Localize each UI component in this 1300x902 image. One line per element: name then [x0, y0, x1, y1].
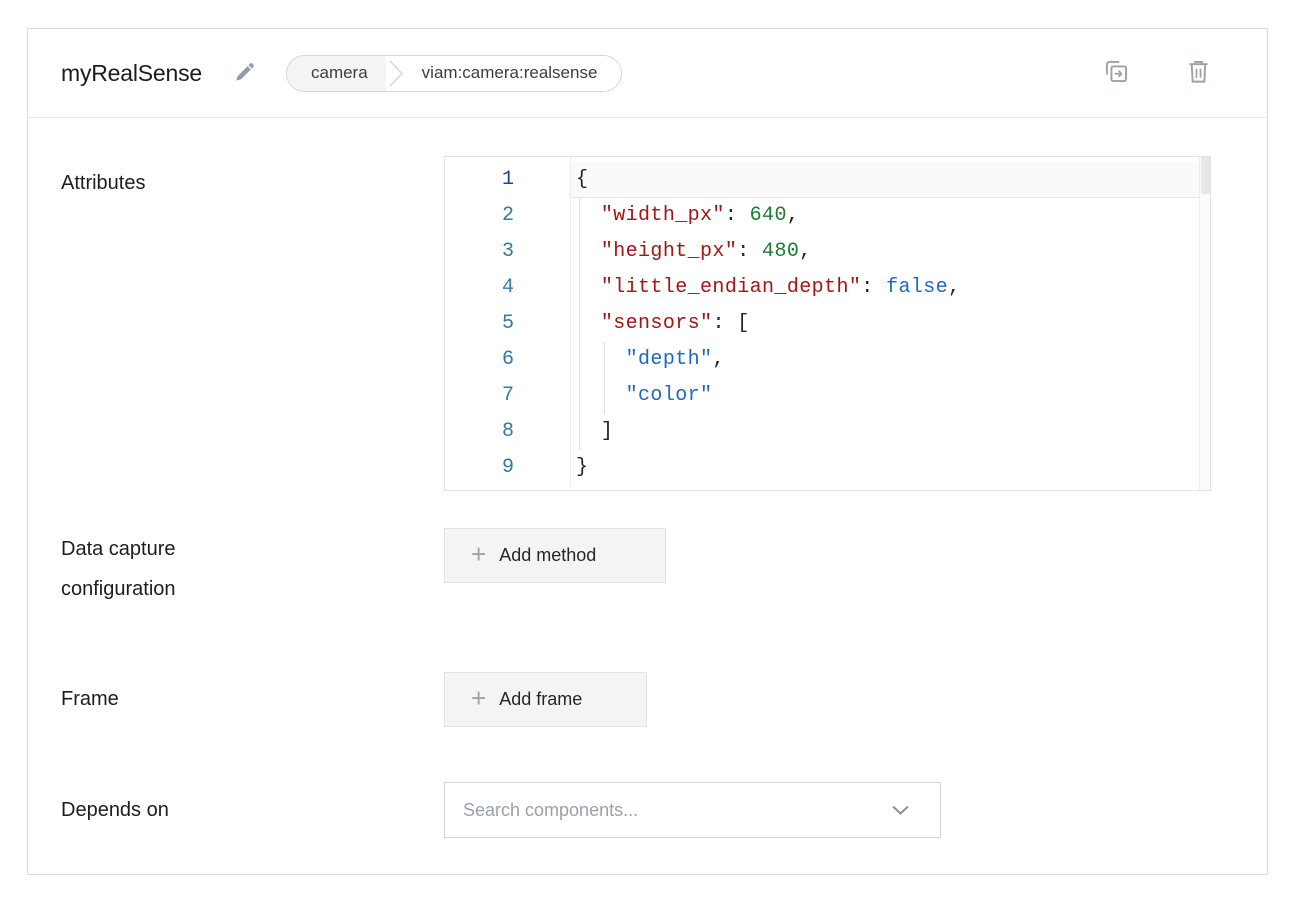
- plus-icon: +: [471, 541, 486, 567]
- line-number: 2: [445, 198, 570, 234]
- code-text: "depth",: [570, 342, 1210, 378]
- editor-scrollbar[interactable]: [1199, 157, 1210, 490]
- search-components-input[interactable]: [463, 800, 891, 821]
- code-line: 2 "width_px": 640,: [445, 198, 1210, 234]
- line-number: 6: [445, 342, 570, 378]
- code-line: 1{: [445, 162, 1210, 198]
- component-name: myRealSense: [61, 60, 202, 87]
- data-capture-label: Data capture configuration: [61, 529, 291, 609]
- code-text: "height_px": 480,: [570, 234, 1210, 270]
- code-lines: 1{2 "width_px": 640,3 "height_px": 480,4…: [445, 157, 1210, 486]
- indent-guide: [579, 198, 580, 450]
- add-method-button[interactable]: + Add method: [444, 528, 666, 583]
- attributes-json-editor[interactable]: 1{2 "width_px": 640,3 "height_px": 480,4…: [444, 156, 1211, 491]
- line-number: 5: [445, 306, 570, 342]
- pencil-icon: [232, 59, 258, 88]
- plus-icon: +: [471, 685, 486, 711]
- component-header: myRealSense camera viam:camera:realsense: [28, 29, 1267, 118]
- add-frame-label: Add frame: [499, 689, 582, 710]
- depends-on-select[interactable]: [444, 782, 941, 838]
- line-number: 8: [445, 414, 570, 450]
- code-line: 6 "depth",: [445, 342, 1210, 378]
- code-text: "color": [570, 378, 1210, 414]
- component-type-chip: camera viam:camera:realsense: [286, 55, 622, 92]
- line-number: 4: [445, 270, 570, 306]
- add-frame-button[interactable]: + Add frame: [444, 672, 647, 727]
- duplicate-icon: [1103, 58, 1130, 88]
- line-number: 3: [445, 234, 570, 270]
- line-number: 7: [445, 378, 570, 414]
- gutter-divider: [570, 157, 571, 486]
- code-line: 9}: [445, 450, 1210, 486]
- header-actions: [1101, 56, 1213, 90]
- code-line: 7 "color": [445, 378, 1210, 414]
- code-line: 3 "height_px": 480,: [445, 234, 1210, 270]
- delete-button[interactable]: [1184, 56, 1213, 90]
- frame-label: Frame: [61, 672, 421, 727]
- code-text: }: [570, 450, 1210, 486]
- code-line: 8 ]: [445, 414, 1210, 450]
- trash-icon: [1186, 58, 1211, 88]
- code-line: 5 "sensors": [: [445, 306, 1210, 342]
- indent-guide: [604, 342, 605, 414]
- component-category: camera: [287, 56, 386, 91]
- chevron-down-icon: [891, 804, 910, 816]
- component-model: viam:camera:realsense: [408, 56, 622, 91]
- editor-scrollbar-thumb[interactable]: [1201, 157, 1210, 194]
- depends-on-label: Depends on: [61, 782, 421, 838]
- code-text: {: [570, 162, 1210, 198]
- add-method-label: Add method: [499, 545, 596, 566]
- code-text: ]: [570, 414, 1210, 450]
- code-text: "sensors": [: [570, 306, 1210, 342]
- code-text: "width_px": 640,: [570, 198, 1210, 234]
- component-config-card: myRealSense camera viam:camera:realsense: [27, 28, 1268, 875]
- line-number: 9: [445, 450, 570, 486]
- chevron-right-icon: [386, 56, 408, 91]
- code-text: "little_endian_depth": false,: [570, 270, 1210, 306]
- code-line: 4 "little_endian_depth": false,: [445, 270, 1210, 306]
- attributes-label: Attributes: [61, 163, 421, 203]
- edit-name-button[interactable]: [230, 57, 260, 90]
- line-number: 1: [445, 162, 570, 198]
- duplicate-button[interactable]: [1101, 56, 1132, 90]
